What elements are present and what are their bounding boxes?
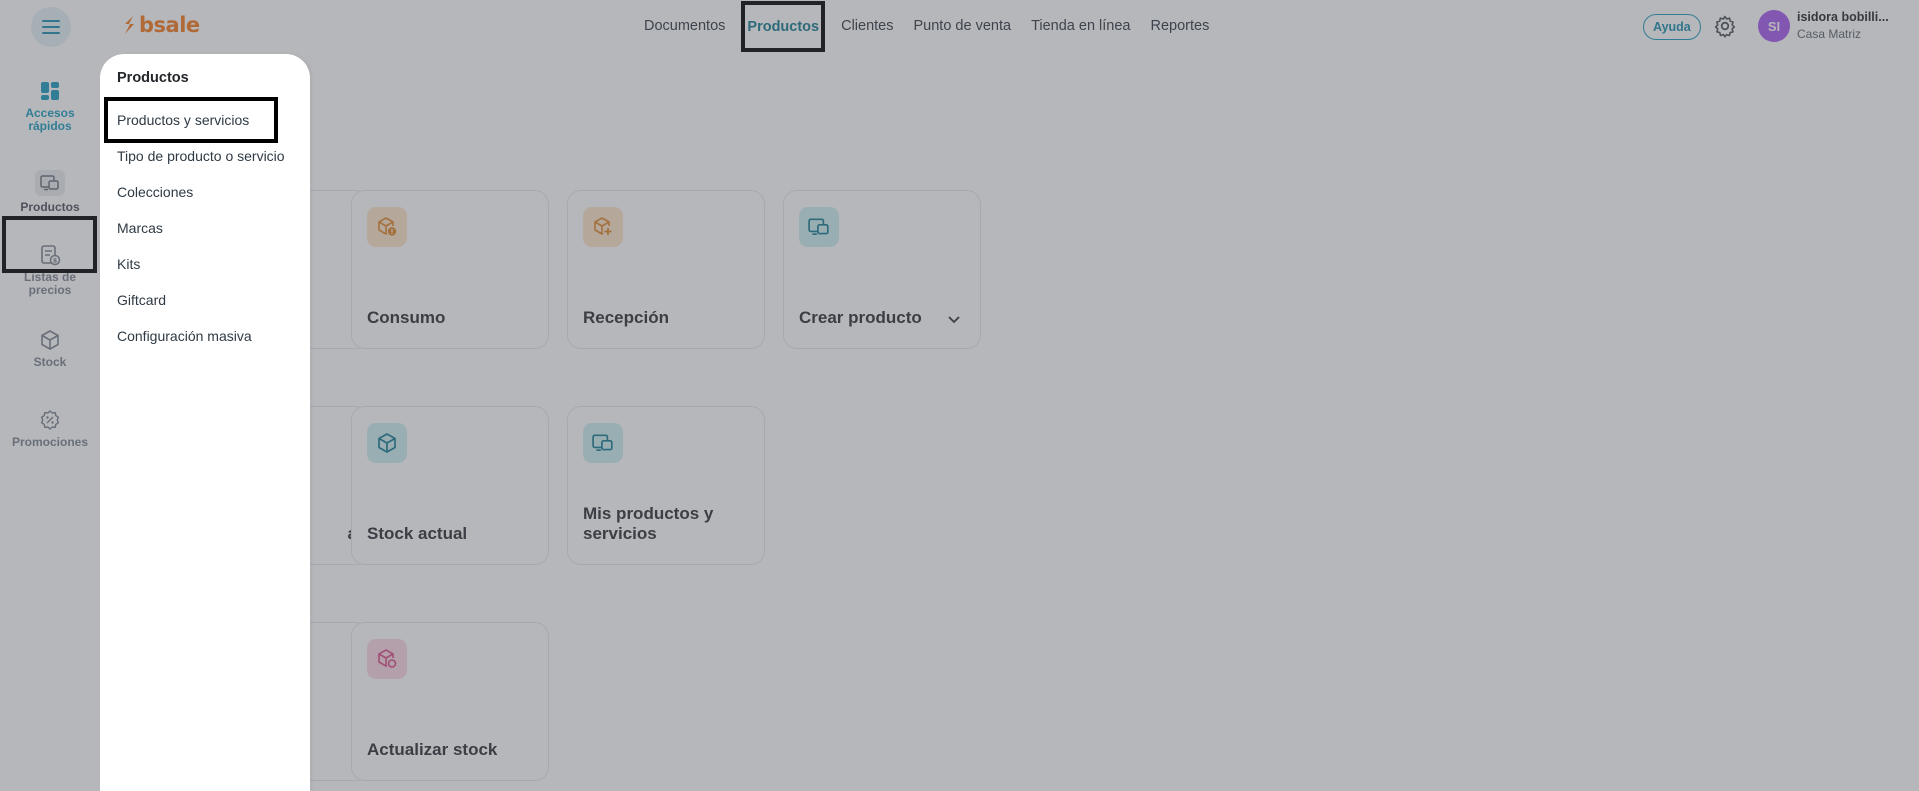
card-icon-bg (583, 207, 623, 247)
nav-productos[interactable]: Productos (741, 0, 826, 52)
menu-button[interactable] (31, 7, 71, 47)
submenu-item-kits[interactable]: Kits (117, 256, 140, 272)
nav-punto-de-venta[interactable]: Punto de venta (904, 18, 1022, 34)
submenu-item-marcas[interactable]: Marcas (117, 220, 163, 236)
hamburger-icon (42, 20, 60, 34)
submenu-item-giftcard[interactable]: Giftcard (117, 292, 166, 308)
rail-item-productos[interactable]: Productos (0, 170, 100, 214)
box-icon (41, 330, 59, 350)
bsale-logo[interactable]: bsale (122, 13, 200, 37)
user-branch: Casa Matriz (1797, 27, 1862, 41)
rail-item-stock[interactable]: Stock (0, 329, 100, 369)
products-icon (592, 434, 613, 451)
card-consumo[interactable]: Consumo (351, 190, 549, 349)
main-content: s Consumo Recepción (100, 54, 1919, 791)
user-avatar[interactable]: SI (1758, 10, 1790, 42)
productos-submenu: Productos Productos y servicios Tipo de … (100, 54, 310, 791)
rail-item-accesos-rapidos[interactable]: Accesos rápidos (0, 80, 100, 133)
card-icon-bg (799, 207, 839, 247)
submenu-selection-highlight (104, 97, 278, 143)
rail-item-promociones[interactable]: Promociones (0, 409, 100, 449)
box-icon (378, 433, 396, 453)
box-plus-icon (594, 217, 612, 235)
card-label: Recepción (583, 308, 669, 327)
nav-tienda-en-linea[interactable]: Tienda en línea (1021, 18, 1140, 34)
nav-clientes[interactable]: Clientes (831, 18, 903, 34)
top-bar: bsale Documentos Productos Clientes Punt… (0, 0, 1919, 54)
nav-reportes[interactable]: Reportes (1141, 18, 1220, 34)
nav-documentos[interactable]: Documentos (634, 18, 735, 34)
box-refresh-icon (378, 649, 397, 668)
top-navigation: Documentos Productos Clientes Punto de v… (634, 0, 1219, 52)
logo-text: bsale (139, 13, 200, 37)
card-label: Mis productos y servicios (583, 504, 714, 543)
submenu-item-configuracion-masiva[interactable]: Configuración masiva (117, 328, 252, 344)
rail-item-label: Stock (33, 355, 67, 369)
rail-item-label: Productos (20, 200, 80, 214)
submenu-item-colecciones[interactable]: Colecciones (117, 184, 193, 200)
card-icon-bg (367, 207, 407, 247)
card-stock-actual[interactable]: Stock actual (351, 406, 549, 565)
submenu-item-tipo-de-producto[interactable]: Tipo de producto o servicio (117, 148, 285, 164)
promotion-icon (40, 410, 60, 430)
card-label: Actualizar stock (367, 740, 498, 759)
rail-selection-highlight (2, 216, 97, 273)
gear-icon[interactable] (1713, 14, 1737, 38)
card-actualizar-stock[interactable]: Actualizar stock (351, 622, 549, 781)
products-icon (808, 218, 829, 235)
card-label: Stock actual (367, 524, 468, 543)
rail-item-label: Listas de precios (23, 270, 77, 297)
card-icon-bg (583, 423, 623, 463)
help-button[interactable]: Ayuda (1643, 14, 1701, 40)
card-label: Consumo (367, 308, 446, 327)
dashboard-icon (41, 82, 59, 100)
rail-item-label: Accesos rápidos (25, 106, 75, 133)
card-recepcion[interactable]: Recepción (567, 190, 765, 349)
card-icon-bg (367, 639, 407, 679)
card-label: Crear producto (799, 308, 922, 327)
chevron-down-icon[interactable] (948, 316, 960, 324)
bsale-logo-icon (125, 16, 134, 34)
user-name[interactable]: isidora bobilli... (1797, 10, 1889, 24)
left-rail: Accesos rápidos Productos $ Listas de pr… (0, 54, 100, 791)
card-crear-producto[interactable]: Crear producto (783, 190, 981, 349)
products-icon (40, 175, 59, 191)
submenu-title: Productos (117, 70, 189, 86)
products-icon-bg (35, 170, 65, 196)
rail-item-label: Promociones (11, 435, 89, 449)
card-icon-bg (367, 423, 407, 463)
card-mis-productos[interactable]: Mis productos y servicios (567, 406, 765, 565)
box-alert-icon (378, 217, 397, 236)
